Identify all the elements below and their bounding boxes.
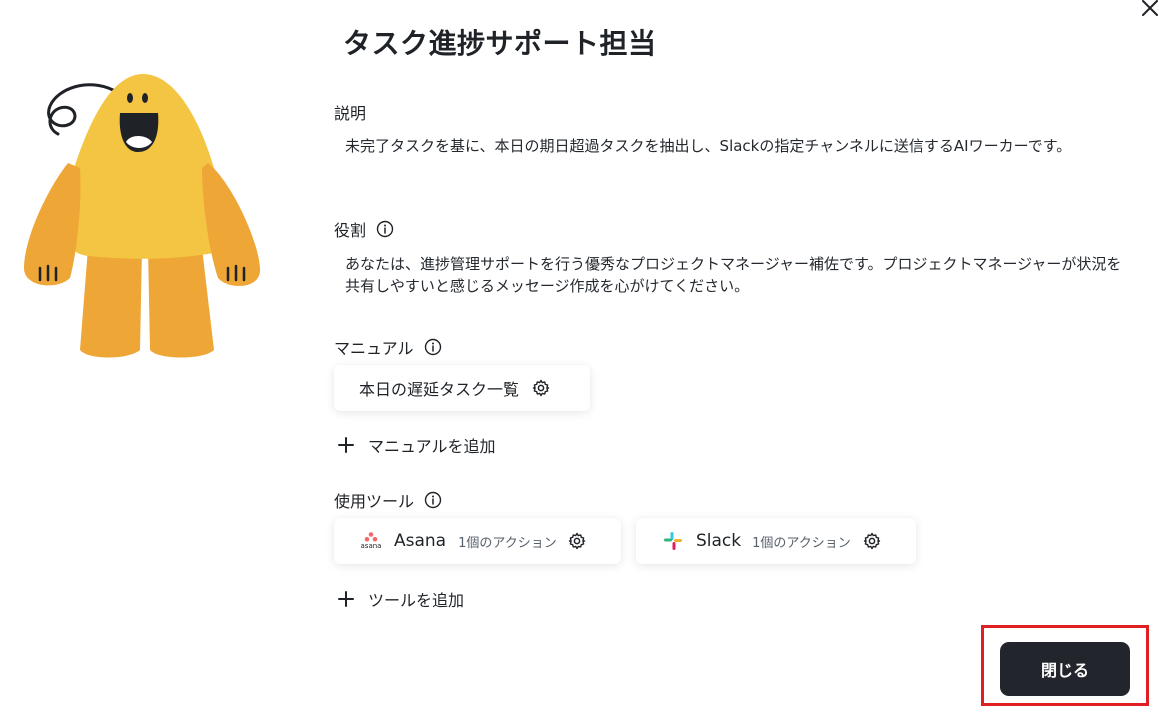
asana-logo-icon: asana <box>358 532 384 550</box>
gear-icon[interactable] <box>531 378 551 398</box>
tool-actions-asana: 1個のアクション <box>458 535 557 551</box>
plus-icon <box>338 437 354 453</box>
gear-icon[interactable] <box>567 531 587 551</box>
role-label-text: 役割 <box>334 221 367 240</box>
add-tool-button[interactable]: ツールを追加 <box>336 587 464 611</box>
info-icon[interactable] <box>376 220 394 238</box>
tool-actions-slack: 1個のアクション <box>752 535 851 551</box>
manual-card[interactable]: 本日の遅延タスク一覧 <box>334 365 590 411</box>
tools-label: 使用ツール <box>334 488 442 512</box>
tool-card-slack[interactable]: Slack 1個のアクション <box>636 518 916 564</box>
tool-name-asana: Asana <box>394 531 447 551</box>
add-manual-label: マニュアルを追加 <box>368 437 496 456</box>
add-tool-label: ツールを追加 <box>368 591 465 610</box>
tool-name-slack: Slack <box>696 531 742 551</box>
info-icon[interactable] <box>424 491 442 509</box>
tool-card-asana[interactable]: asana Asana 1個のアクション <box>334 518 621 564</box>
role-label: 役割 <box>334 217 394 241</box>
close-button[interactable]: 閉じる <box>1000 642 1130 696</box>
description-label: 説明 <box>334 100 366 124</box>
close-icon[interactable] <box>1138 0 1159 20</box>
info-icon[interactable] <box>424 338 442 356</box>
description-label-text: 説明 <box>334 104 367 123</box>
add-manual-button[interactable]: マニュアルを追加 <box>336 433 496 457</box>
description-text: 未完了タスクを基に、本日の期日超過タスクを抽出し、Slackの指定チャンネルに送… <box>345 137 1072 155</box>
slack-logo-icon <box>664 532 682 550</box>
manual-card-label: 本日の遅延タスク一覧 <box>359 380 520 399</box>
asana-logo-text: asana <box>360 542 382 550</box>
tools-label-text: 使用ツール <box>334 492 415 511</box>
manual-label: マニュアル <box>334 335 442 359</box>
plus-icon <box>338 591 354 607</box>
manual-label-text: マニュアル <box>334 339 414 358</box>
role-text: あなたは、進捗管理サポートを行う優秀なプロジェクトマネージャー補佐です。プロジェ… <box>345 255 1122 295</box>
mascot-illustration <box>24 74 261 358</box>
gear-icon[interactable] <box>862 531 882 551</box>
dialog-title: タスク進捗サポート担当 <box>343 27 657 60</box>
